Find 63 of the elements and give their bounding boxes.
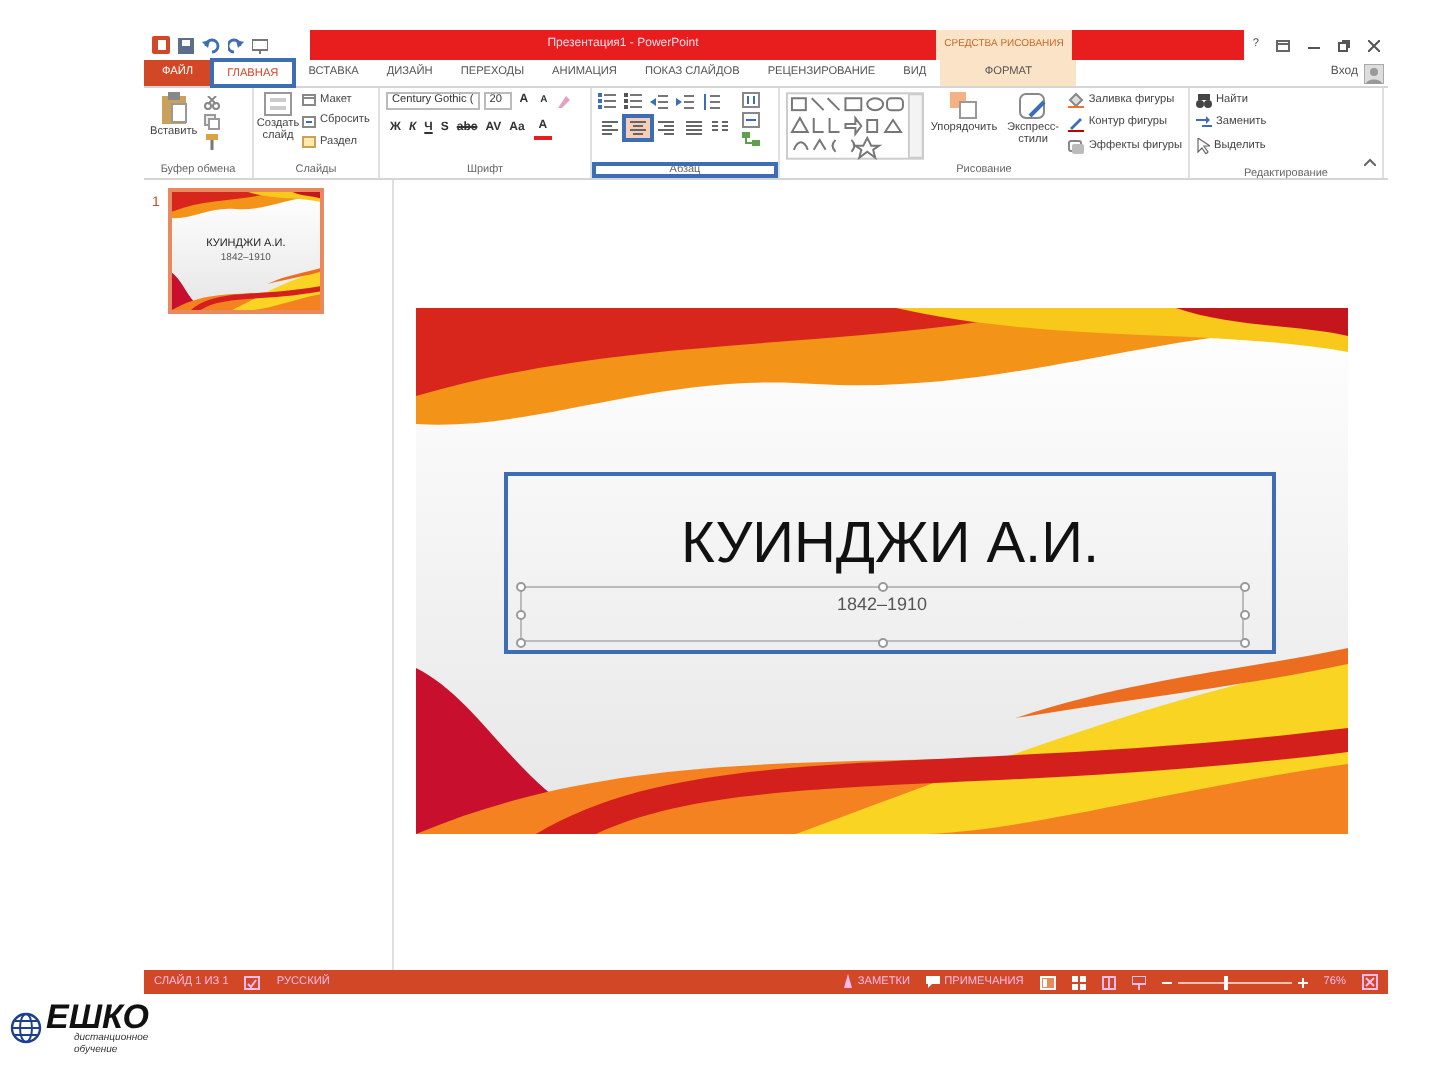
shapes-gallery-drawing[interactable] (786, 92, 925, 160)
slideshow-icon[interactable] (1131, 975, 1146, 989)
selection-handle[interactable] (1240, 610, 1250, 620)
slide-icon (264, 92, 292, 116)
selection-handle[interactable] (516, 582, 526, 592)
align-center-button[interactable] (626, 118, 650, 138)
normal-view-icon[interactable] (1039, 975, 1056, 989)
quick-styles-icon (1018, 92, 1049, 120)
cut-icon[interactable] (203, 96, 220, 110)
align-text-icon[interactable] (742, 112, 760, 128)
selection-handle[interactable] (516, 610, 526, 620)
align-justify-button[interactable] (682, 118, 706, 138)
smartart-icon[interactable] (742, 132, 760, 148)
notes-icon (841, 974, 854, 989)
format-painter-icon[interactable] (203, 134, 220, 150)
layout-icon (302, 94, 316, 107)
selection-handle[interactable] (878, 638, 888, 648)
slideshow-icon[interactable] (252, 37, 268, 53)
pencil-icon (1068, 115, 1085, 132)
zoom-out-icon[interactable] (1161, 977, 1172, 987)
text-direction-icon[interactable] (742, 92, 760, 108)
slide-sorter-icon[interactable] (1071, 975, 1086, 989)
close-icon[interactable] (1367, 39, 1380, 51)
zoom-in-icon[interactable] (1297, 977, 1308, 987)
arrange-icon (950, 92, 978, 120)
reset-icon (302, 115, 316, 128)
selection-handle[interactable] (1240, 638, 1250, 648)
replace-icon (1196, 116, 1212, 131)
effects-icon (1068, 137, 1085, 154)
save-icon[interactable] (178, 37, 194, 53)
subtitle-placeholder[interactable]: 1842–1910 (520, 586, 1244, 642)
increase-indent-icon[interactable] (676, 93, 694, 109)
copy-icon[interactable] (203, 114, 220, 130)
reading-view-icon[interactable] (1101, 975, 1116, 989)
spelling-icon[interactable] (244, 975, 261, 989)
line-spacing-icon[interactable] (702, 93, 720, 109)
slide-title: КУИНДЖИ А.И. (678, 516, 1102, 574)
selection-handle[interactable] (516, 638, 526, 648)
align-left-button[interactable] (598, 118, 622, 138)
globe-icon (10, 1012, 42, 1044)
ribbon-display-icon[interactable] (1276, 39, 1291, 51)
comment-icon (926, 975, 941, 988)
fit-slide-icon[interactable] (1362, 974, 1378, 990)
numbering-icon[interactable] (624, 92, 642, 110)
cursor-icon (1196, 137, 1210, 154)
paint-bucket-icon (1068, 92, 1085, 109)
avatar-icon[interactable] (1364, 63, 1384, 83)
columns-icon[interactable] (710, 120, 730, 136)
collapse-ribbon-icon[interactable] (1364, 158, 1376, 166)
restore-icon[interactable] (1337, 39, 1350, 51)
app-icon[interactable] (152, 36, 170, 54)
binoculars-icon (1196, 93, 1212, 108)
decrease-indent-icon[interactable] (650, 93, 668, 109)
bullets-icon[interactable] (598, 92, 616, 110)
selection-handle[interactable] (878, 582, 888, 592)
clipboard-icon (159, 92, 188, 124)
section-icon (302, 135, 316, 148)
undo-icon[interactable] (202, 37, 220, 53)
logo-name: ЕШКО (46, 1000, 149, 1034)
selection-handle[interactable] (1240, 582, 1250, 592)
align-right-button[interactable] (654, 118, 678, 138)
redo-icon[interactable] (228, 37, 244, 53)
zoom-slider-thumb[interactable] (1223, 975, 1228, 989)
